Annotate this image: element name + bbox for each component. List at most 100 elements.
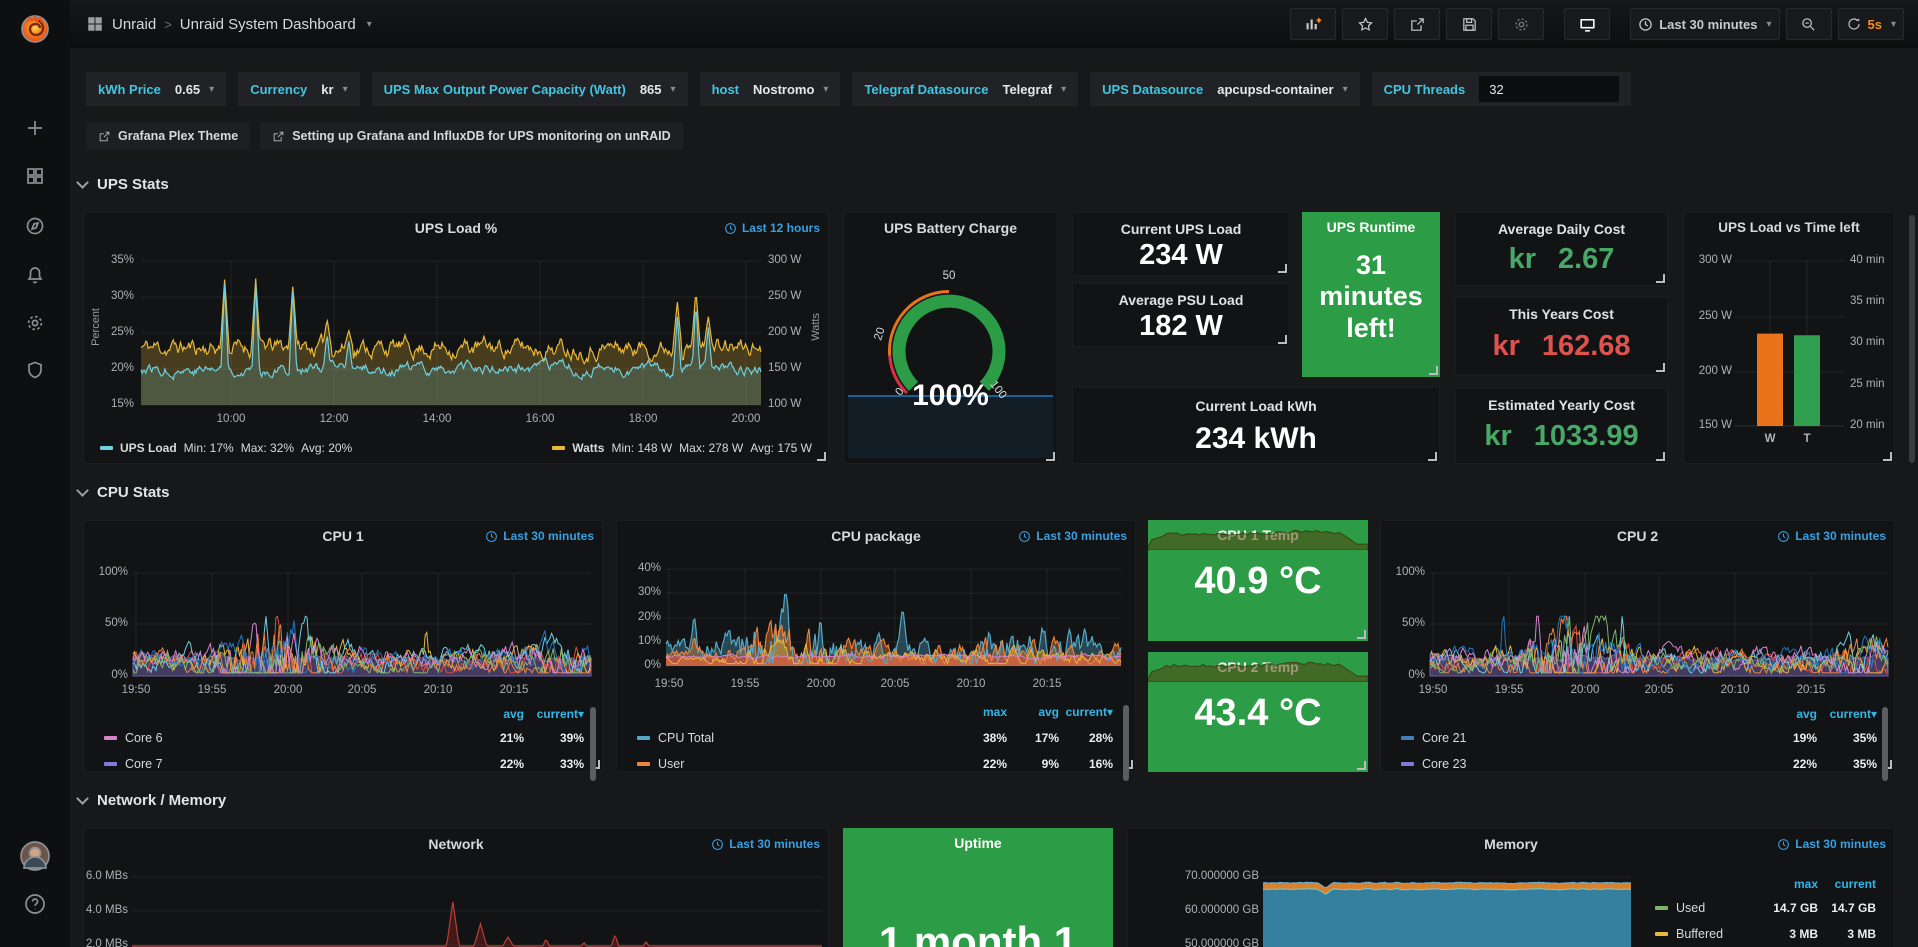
legend-column-header[interactable]: current▾: [1807, 707, 1877, 721]
section-network-memory[interactable]: Network / Memory: [78, 792, 226, 809]
panel-resize-handle[interactable]: [1429, 366, 1438, 375]
legend-series[interactable]: User: [637, 757, 684, 771]
dashboard-link[interactable]: Setting up Grafana and InfluxDB for UPS …: [260, 122, 682, 150]
legend-scrollbar[interactable]: [1882, 707, 1888, 781]
stat-title[interactable]: UPS Runtime: [1302, 219, 1440, 235]
time-range-badge[interactable]: Last 30 minutes: [1777, 837, 1886, 851]
variable-input[interactable]: 32: [1479, 76, 1619, 102]
legend-series-name: Core 23: [1422, 757, 1466, 771]
refresh-button[interactable]: 5s ▾: [1838, 8, 1905, 40]
panel-resize-handle[interactable]: [1357, 761, 1366, 770]
panel-resize-handle[interactable]: [1278, 335, 1287, 344]
create-plus-icon[interactable]: [19, 112, 51, 144]
dashboards-icon[interactable]: [19, 160, 51, 192]
time-range-badge[interactable]: Last 30 minutes: [711, 837, 820, 851]
stat-title[interactable]: Current UPS Load: [1073, 221, 1289, 237]
grafana-logo-icon[interactable]: [15, 8, 55, 48]
legend-series[interactable]: Core 21: [1401, 731, 1466, 745]
dashboard-link[interactable]: Grafana Plex Theme: [86, 122, 250, 150]
grafana-dashboard: Unraid > Unraid System Dashboard ▾: [0, 0, 1918, 947]
dashboard-title[interactable]: Unraid System Dashboard: [180, 16, 356, 33]
stat-title[interactable]: Average PSU Load: [1073, 292, 1289, 308]
legend-series[interactable]: Core 7: [104, 757, 163, 771]
save-button[interactable]: [1446, 8, 1492, 40]
legend-series[interactable]: Core 23: [1401, 757, 1466, 771]
legend-column-header[interactable]: current: [1806, 877, 1876, 891]
stat-value: 43.4 °C: [1148, 692, 1368, 735]
time-range-badge[interactable]: Last 30 minutes: [485, 529, 594, 543]
panel-resize-handle[interactable]: [1357, 630, 1366, 639]
variable-value-dropdown[interactable]: Telegraf▾: [1002, 82, 1066, 97]
dashboard-dropdown-caret[interactable]: ▾: [367, 19, 372, 30]
variable-currency[interactable]: Currencykr▾: [238, 72, 359, 106]
explore-compass-icon[interactable]: [19, 210, 51, 242]
tv-cycle-button[interactable]: [1564, 8, 1610, 40]
panel-resize-handle[interactable]: [1278, 264, 1287, 273]
link-label: Grafana Plex Theme: [118, 129, 238, 143]
variable-value-dropdown[interactable]: Nostromo▾: [753, 82, 828, 97]
stat-title[interactable]: Uptime: [843, 835, 1113, 851]
variable-ups-datasource[interactable]: UPS Datasourceapcupsd-container▾: [1090, 72, 1359, 106]
axis-tick-label: 20:00: [791, 678, 851, 690]
variable-value-dropdown[interactable]: kr▾: [321, 82, 347, 97]
time-range-badge[interactable]: Last 30 minutes: [1777, 529, 1886, 543]
variable-value-dropdown[interactable]: 865▾: [640, 82, 676, 97]
time-badge-label: Last 30 minutes: [1795, 529, 1886, 543]
legend-scrollbar[interactable]: [1123, 705, 1129, 781]
variable-host[interactable]: hostNostromo▾: [700, 72, 841, 106]
time-range-picker[interactable]: Last 30 minutes ▾: [1630, 8, 1779, 40]
legend-value: 39%: [514, 731, 584, 745]
star-button[interactable]: [1342, 8, 1388, 40]
panel-resize-handle[interactable]: [1656, 274, 1665, 283]
legend-series[interactable]: Used: [1655, 901, 1705, 915]
legend-series[interactable]: CPU Total: [637, 731, 714, 745]
panel-resize-handle[interactable]: [1656, 452, 1665, 461]
panel-ups-battery-gauge: UPS Battery Charge 100% 02050100: [843, 212, 1058, 464]
legend-series[interactable]: Core 6: [104, 731, 163, 745]
variable-kwh-price[interactable]: kWh Price0.65▾: [86, 72, 226, 106]
dashboard-settings-button[interactable]: [1498, 8, 1544, 40]
chart-canvas[interactable]: [84, 213, 828, 463]
axis-tick-label: 20:15: [1017, 678, 1077, 690]
legend-series[interactable]: Buffered: [1655, 927, 1723, 941]
stat-title[interactable]: This Years Cost: [1456, 306, 1667, 322]
clock-icon: [711, 838, 724, 851]
variable-value-dropdown[interactable]: apcupsd-container▾: [1217, 82, 1347, 97]
variable-ups-max-output-power-capacity-watt-[interactable]: UPS Max Output Power Capacity (Watt)865▾: [372, 72, 688, 106]
legend-column-header[interactable]: current▾: [1043, 705, 1113, 719]
help-icon[interactable]: [19, 888, 51, 920]
breadcrumb-folder[interactable]: Unraid: [112, 16, 156, 33]
chart-canvas[interactable]: [1148, 652, 1368, 682]
server-admin-shield-icon[interactable]: [19, 354, 51, 386]
panel-resize-handle[interactable]: [1428, 452, 1437, 461]
stat-title[interactable]: Current Load kWh: [1073, 398, 1439, 414]
legend-scrollbar[interactable]: [590, 707, 596, 781]
alerting-bell-icon[interactable]: [19, 259, 51, 291]
variable-value-dropdown[interactable]: 0.65▾: [175, 82, 214, 97]
zoom-out-button[interactable]: [1786, 8, 1832, 40]
legend-series[interactable]: WattsMin: 148 WMax: 278 WAvg: 175 W: [552, 441, 812, 455]
configuration-gear-icon[interactable]: [19, 307, 51, 339]
panel-resize-handle[interactable]: [1656, 363, 1665, 372]
time-range-badge[interactable]: Last 12 hours: [724, 221, 820, 235]
add-panel-button[interactable]: [1290, 8, 1336, 40]
axis-tick-label: 150 W: [768, 362, 801, 374]
stat-title[interactable]: Average Daily Cost: [1456, 221, 1667, 237]
axis-tick-label: 50.000000 GB: [1169, 938, 1259, 947]
variable-telegraf-datasource[interactable]: Telegraf DatasourceTelegraf▾: [852, 72, 1078, 106]
axis-tick-label: 4.0 MBs: [82, 904, 128, 916]
chart-canvas[interactable]: [1148, 520, 1368, 550]
stat-title[interactable]: Estimated Yearly Cost: [1456, 397, 1667, 413]
share-button[interactable]: [1394, 8, 1440, 40]
clock-icon: [1018, 530, 1031, 543]
time-badge-label: Last 12 hours: [742, 221, 820, 235]
section-ups-stats[interactable]: UPS Stats: [78, 176, 169, 193]
variable-cpu-threads[interactable]: CPU Threads32: [1372, 72, 1632, 106]
clock-icon: [1777, 838, 1790, 851]
user-avatar[interactable]: [19, 840, 51, 872]
legend-series[interactable]: UPS LoadMin: 17%Max: 32%Avg: 20%: [100, 441, 352, 455]
section-cpu-stats[interactable]: CPU Stats: [78, 484, 170, 501]
page-scrollbar[interactable]: [1909, 215, 1915, 463]
legend-column-header[interactable]: current▾: [514, 707, 584, 721]
time-range-badge[interactable]: Last 30 minutes: [1018, 529, 1127, 543]
